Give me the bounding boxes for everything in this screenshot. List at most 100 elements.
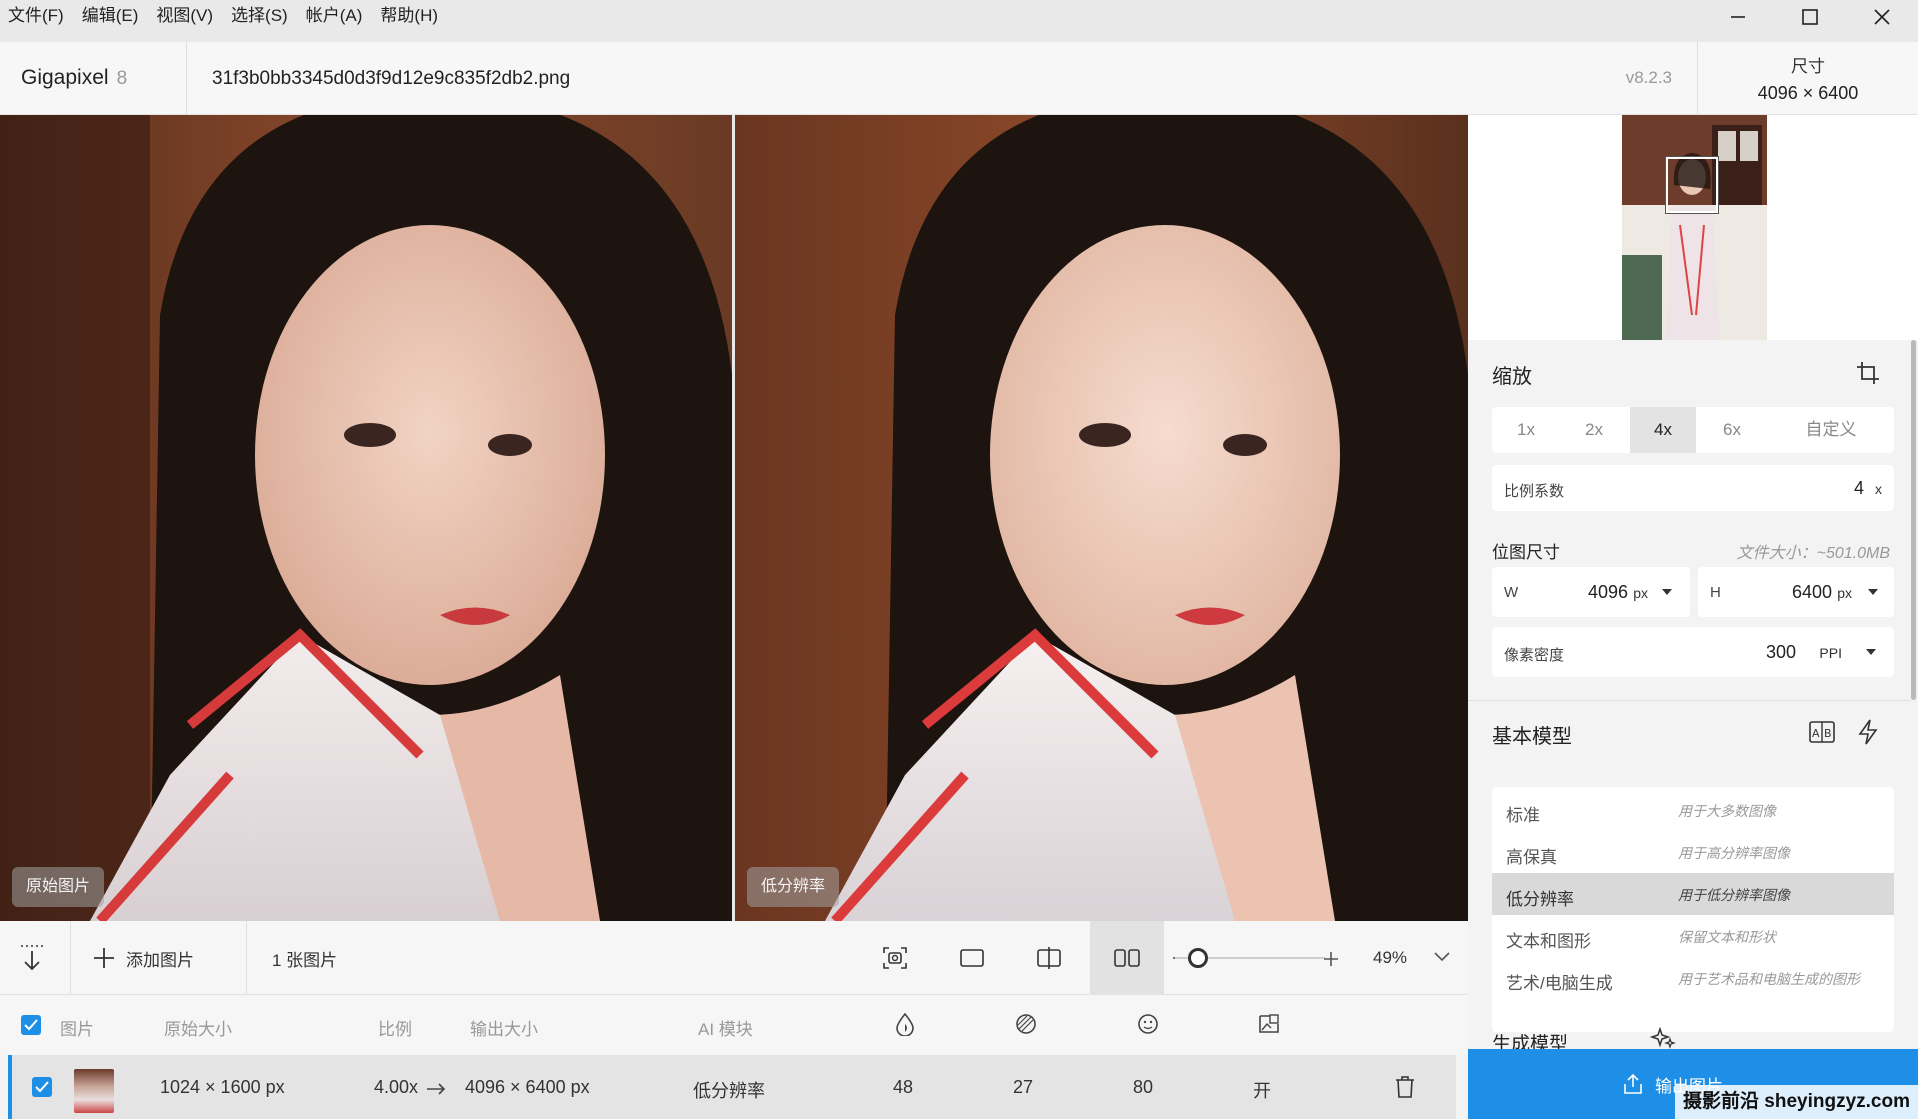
chevron-down-icon[interactable] — [1434, 952, 1450, 962]
menu-bar: 文件(F) 编辑(E) 视图(V) 选择(S) 帐户(A) 帮助(H) — [0, 0, 1918, 42]
height-field[interactable]: H 6400 px — [1698, 567, 1894, 617]
base-model-title: 基本模型 — [1492, 726, 1572, 748]
toolbar-divider — [246, 921, 247, 995]
model-option-low-resolution[interactable]: 低分辨率 用于低分辨率图像 — [1492, 873, 1894, 915]
model-name: 低分辨率 — [1506, 890, 1574, 909]
row-value-2: 27 — [1013, 1077, 1034, 1097]
side-by-side-view-button[interactable] — [1090, 921, 1164, 995]
scale-factor-unit: x — [1875, 481, 1882, 497]
model-option-standard[interactable]: 标准 用于大多数图像 — [1492, 789, 1894, 831]
model-name: 高保真 — [1506, 848, 1557, 867]
model-name: 文本和图形 — [1506, 932, 1591, 951]
zoom-slider-knob[interactable] — [1187, 948, 1208, 968]
image-count: 1 张图片 — [272, 950, 338, 970]
height-unit: px — [1837, 585, 1852, 601]
zoom-value: 49% — [1373, 948, 1408, 967]
image-viewer[interactable]: 原始图片 低分辨率 — [0, 115, 1468, 921]
svg-text:A: A — [1812, 727, 1820, 740]
height-value[interactable]: 6400 — [1792, 582, 1832, 603]
scale-factor-field[interactable]: 比例系数 4 x — [1492, 465, 1894, 511]
app-version: v8.2.3 — [1625, 68, 1672, 87]
crop-icon — [1857, 362, 1879, 384]
row-output-size: 4096 × 6400 px — [465, 1077, 590, 1097]
ppi-label: 像素密度 — [1504, 647, 1565, 664]
original-image-pane[interactable]: 原始图片 — [0, 115, 732, 921]
enhanced-image-pane[interactable]: 低分辨率 — [735, 115, 1468, 921]
row-model: 低分辨率 — [693, 1081, 765, 1101]
menu-help[interactable]: 帮助(H) — [371, 0, 447, 42]
model-option-text-graphics[interactable]: 文本和图形 保留文本和形状 — [1492, 915, 1894, 957]
arrow-right-icon — [427, 1083, 446, 1095]
row-checkbox[interactable] — [32, 1077, 52, 1097]
model-desc: 用于艺术品和电脑生成的图形 — [1678, 971, 1860, 987]
bitmap-size-title: 位图尺寸 — [1492, 543, 1560, 562]
image-adjust-icon — [1259, 1014, 1279, 1033]
menu-file[interactable]: 文件(F) — [0, 0, 73, 42]
enhanced-photo — [735, 115, 1468, 921]
app-header: Gigapixel 8 31f3b0bb3345d0d3f9d12e9c835f2… — [0, 42, 1918, 115]
scale-factor-value[interactable]: 4 — [1854, 478, 1864, 499]
scale-option-1x[interactable]: 1x — [1492, 407, 1560, 453]
check-icon — [24, 1019, 38, 1031]
row-value-3: 80 — [1133, 1077, 1154, 1097]
app-name: Gigapixel — [21, 66, 109, 89]
scale-option-custom[interactable]: 自定义 — [1768, 407, 1894, 453]
model-name: 艺术/电脑生成 — [1506, 974, 1613, 993]
add-image-button[interactable]: 添加图片 — [92, 921, 194, 995]
size-label: 尺寸 — [1791, 57, 1825, 76]
menu-select[interactable]: 选择(S) — [222, 0, 297, 42]
model-option-art-cg[interactable]: 艺术/电脑生成 用于艺术品和电脑生成的图形 — [1492, 957, 1894, 999]
zoom-in-icon[interactable] — [1323, 951, 1339, 967]
ppi-field[interactable]: 像素密度 300 PPI — [1492, 627, 1894, 677]
scale-options: 1x 2x 4x 6x 自定义 — [1492, 407, 1894, 453]
camera-frame-icon — [883, 947, 907, 969]
navigator[interactable] — [1468, 115, 1918, 340]
height-unit-dropdown[interactable] — [1868, 589, 1878, 595]
col-output-size: 输出大小 — [470, 1020, 538, 1039]
scale-option-6x[interactable]: 6x — [1696, 407, 1768, 453]
ppi-unit-dropdown[interactable] — [1866, 649, 1876, 655]
menu-edit[interactable]: 编辑(E) — [73, 0, 148, 42]
table-row[interactable]: 1024 × 1600 px 4.00x 4096 × 6400 px 低分辨率… — [8, 1055, 1456, 1119]
ppi-unit: PPI — [1819, 645, 1842, 661]
model-desc: 保留文本和形状 — [1678, 929, 1776, 945]
menu-account[interactable]: 帐户(A) — [297, 0, 372, 42]
snapshot-button[interactable] — [858, 921, 932, 995]
noise-reduction-icon — [1016, 1014, 1036, 1034]
auto-pilot-button[interactable] — [1854, 718, 1882, 746]
trash-icon[interactable] — [1394, 1075, 1416, 1099]
menu-view[interactable]: 视图(V) — [147, 0, 222, 42]
sparkle-icon — [1650, 1027, 1676, 1049]
scale-option-4x[interactable]: 4x — [1630, 407, 1696, 453]
scale-option-2x[interactable]: 2x — [1560, 407, 1628, 453]
settings-panel: 缩放 1x 2x 4x 6x 自定义 比例系数 4 x 位图尺寸 文件大小：~5… — [1468, 115, 1918, 1119]
table-header: 图片 原始大小 比例 输出大小 AI 模块 — [0, 995, 1468, 1055]
split-view-button[interactable] — [1012, 921, 1086, 995]
width-value[interactable]: 4096 — [1588, 582, 1628, 603]
row-original-size: 1024 × 1600 px — [160, 1077, 285, 1097]
row-value-4: 开 — [1253, 1081, 1271, 1101]
width-unit: px — [1633, 585, 1648, 601]
navigator-photo — [1622, 115, 1767, 340]
compare-models-button[interactable]: AB — [1808, 718, 1836, 746]
minimize-button[interactable] — [1702, 0, 1774, 34]
scale-title: 缩放 — [1492, 366, 1532, 388]
size-value: 4096 × 6400 — [1757, 83, 1859, 103]
ppi-value[interactable]: 300 — [1766, 642, 1796, 663]
import-button[interactable] — [18, 921, 46, 995]
navigator-viewport[interactable] — [1666, 157, 1718, 213]
model-option-high-fidelity[interactable]: 高保真 用于高分辨率图像 — [1492, 831, 1894, 873]
navigator-thumbnail[interactable] — [1622, 115, 1767, 340]
maximize-button[interactable] — [1774, 0, 1846, 34]
single-view-button[interactable] — [935, 921, 1009, 995]
download-arrow-icon — [21, 945, 43, 971]
width-field[interactable]: W 4096 px — [1492, 567, 1690, 617]
close-button[interactable] — [1846, 0, 1918, 34]
select-all-checkbox[interactable] — [21, 1015, 41, 1035]
width-unit-dropdown[interactable] — [1662, 589, 1672, 595]
face-icon — [1138, 1014, 1158, 1034]
crop-button[interactable] — [1854, 359, 1882, 387]
model-name: 标准 — [1506, 806, 1540, 825]
maximize-icon — [1802, 9, 1818, 25]
panel-scrollbar[interactable] — [1911, 340, 1916, 700]
